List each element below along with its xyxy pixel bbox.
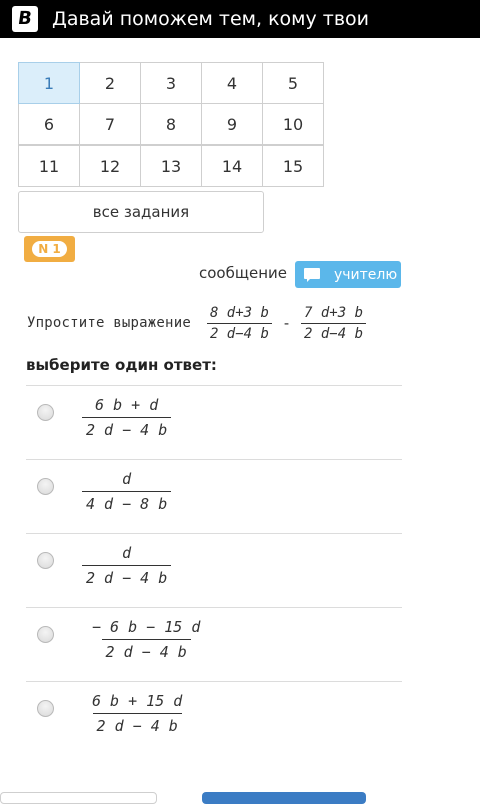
- primary-button[interactable]: [202, 792, 366, 804]
- question-text: Упростите выражение: [27, 315, 191, 331]
- fraction-numerator: d: [122, 470, 132, 488]
- fraction-numerator: 8 d+3 b: [209, 304, 269, 321]
- message-teacher-button[interactable]: учителю: [295, 261, 401, 288]
- task-cell-11[interactable]: 11: [18, 145, 80, 187]
- minus-operator: -: [281, 314, 291, 332]
- task-grid: 1 2 3 4 5 6 7 8 9 10 11 12 13 14 15: [18, 62, 328, 188]
- task-grid-row: 6 7 8 9 10: [18, 103, 328, 146]
- message-label: сообщение: [199, 264, 287, 282]
- task-grid-row: 11 12 13 14 15: [18, 145, 328, 188]
- question-fraction-1: 8 d+3 b 2 d−4 b: [206, 304, 272, 342]
- question: Упростите выражение 8 d+3 b 2 d−4 b - 7 …: [27, 298, 477, 348]
- answer-radio[interactable]: [37, 478, 54, 495]
- fraction-numerator: − 6 b − 15 d: [92, 618, 201, 636]
- answer-fraction: d 4 d − 8 b: [82, 470, 172, 513]
- choose-answer-label: выберите один ответ:: [26, 356, 217, 374]
- task-cell-13[interactable]: 13: [140, 145, 202, 187]
- all-tasks-button[interactable]: все задания: [18, 191, 264, 233]
- fraction-numerator: 7 d+3 b: [304, 304, 364, 321]
- task-cell-4[interactable]: 4: [201, 62, 263, 104]
- answer-fraction: 6 b + d 2 d − 4 b: [82, 396, 172, 439]
- answer-radio[interactable]: [37, 404, 54, 421]
- fraction-denominator: 2 d−4 b: [206, 322, 272, 342]
- answer-fraction: d 2 d − 4 b: [82, 544, 172, 587]
- task-cell-8[interactable]: 8: [140, 103, 202, 145]
- answer-radio[interactable]: [37, 626, 54, 643]
- fraction-denominator: 4 d − 8 b: [82, 491, 172, 513]
- speech-bubble-icon: [304, 267, 322, 282]
- answer-fraction: 6 b + 15 d 2 d − 4 b: [82, 692, 192, 735]
- task-cell-1[interactable]: 1: [18, 62, 80, 104]
- answer-list: 6 b + d 2 d − 4 b d 4 d − 8 b d 2 d − 4 …: [26, 385, 402, 755]
- answer-option[interactable]: 6 b + 15 d 2 d − 4 b: [26, 681, 402, 755]
- task-cell-2[interactable]: 2: [79, 62, 141, 104]
- answer-radio[interactable]: [37, 552, 54, 569]
- task-cell-14[interactable]: 14: [201, 145, 263, 187]
- fraction-denominator: 2 d − 4 b: [101, 639, 191, 661]
- task-cell-15[interactable]: 15: [262, 145, 324, 187]
- secondary-button[interactable]: [0, 792, 157, 804]
- task-cell-6[interactable]: 6: [18, 103, 80, 145]
- task-cell-10[interactable]: 10: [262, 103, 324, 145]
- fraction-denominator: 2 d − 4 b: [92, 713, 182, 735]
- fraction-numerator: 6 b + d: [95, 396, 159, 414]
- page-title: Давай поможем тем, кому твои: [52, 8, 370, 30]
- task-number-badge: N 1: [24, 236, 75, 262]
- task-cell-7[interactable]: 7: [79, 103, 141, 145]
- fraction-denominator: 2 d − 4 b: [82, 417, 172, 439]
- answer-option[interactable]: − 6 b − 15 d 2 d − 4 b: [26, 607, 402, 681]
- task-grid-row: 1 2 3 4 5: [18, 62, 328, 104]
- app-logo-letter: B: [16, 8, 34, 29]
- answer-option[interactable]: d 2 d − 4 b: [26, 533, 402, 607]
- fraction-denominator: 2 d − 4 b: [82, 565, 172, 587]
- fraction-numerator: d: [122, 544, 132, 562]
- app-bar: B Давай поможем тем, кому твои: [0, 0, 480, 38]
- task-cell-3[interactable]: 3: [140, 62, 202, 104]
- answer-fraction: − 6 b − 15 d 2 d − 4 b: [82, 618, 210, 661]
- answer-option[interactable]: 6 b + d 2 d − 4 b: [26, 385, 402, 459]
- question-fraction-2: 7 d+3 b 2 d−4 b: [301, 304, 367, 342]
- task-cell-5[interactable]: 5: [262, 62, 324, 104]
- fraction-numerator: 6 b + 15 d: [92, 692, 183, 710]
- answer-option[interactable]: d 4 d − 8 b: [26, 459, 402, 533]
- task-cell-9[interactable]: 9: [201, 103, 263, 145]
- answer-radio[interactable]: [37, 700, 54, 717]
- fraction-denominator: 2 d−4 b: [301, 322, 367, 342]
- app-logo-icon: B: [12, 6, 38, 32]
- task-number-label: N 1: [32, 241, 67, 257]
- task-cell-12[interactable]: 12: [79, 145, 141, 187]
- message-teacher-label: учителю: [334, 266, 398, 283]
